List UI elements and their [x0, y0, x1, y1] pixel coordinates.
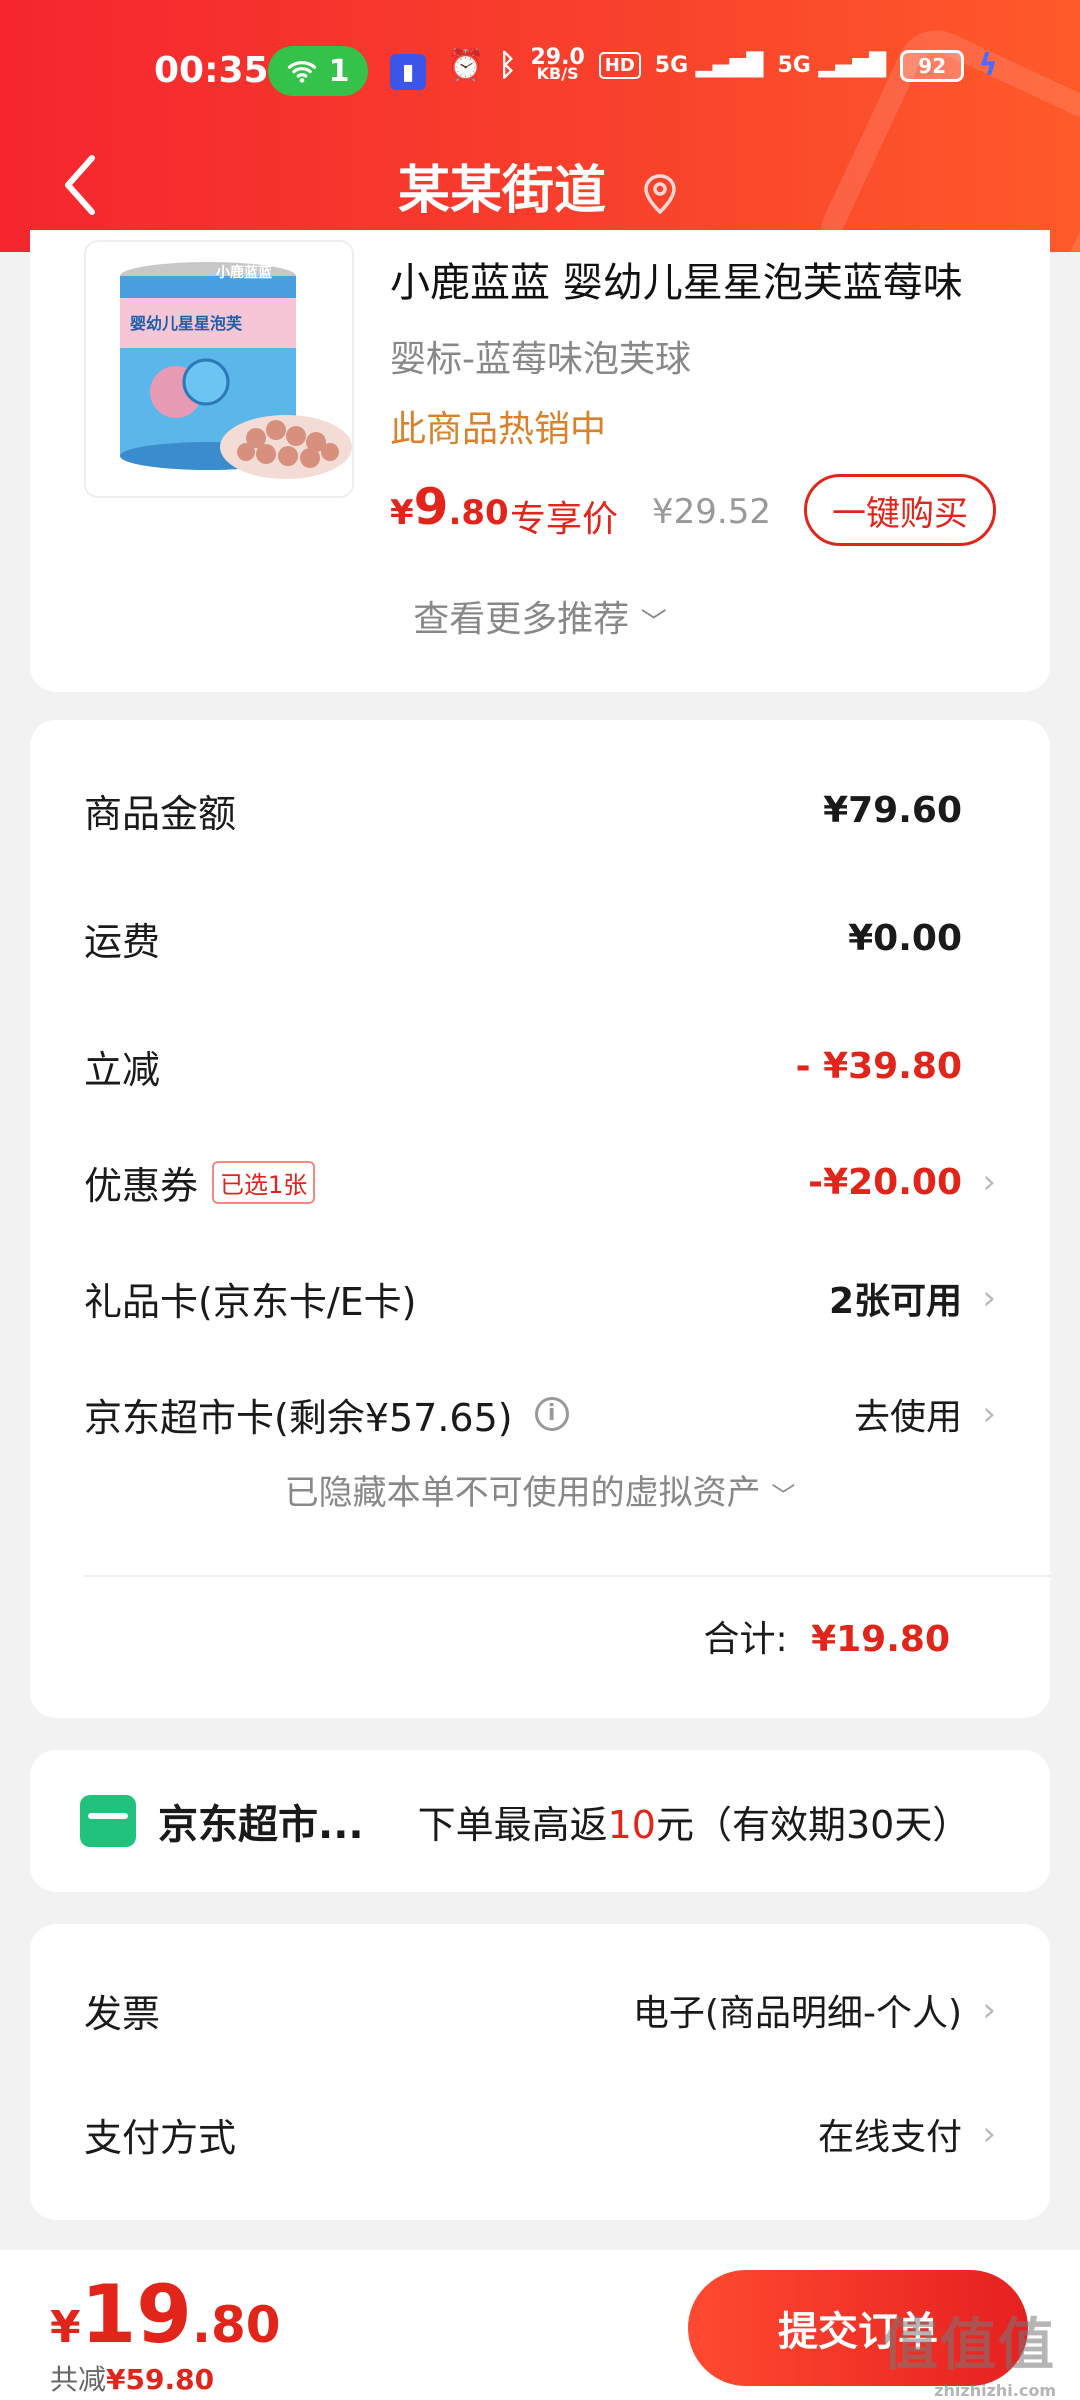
coupon-value: -¥20.00: [808, 1161, 962, 1203]
bottom-price-dec: .80: [191, 2296, 281, 2354]
coupon-row[interactable]: 优惠券 已选1张 -¥20.00 ›: [84, 1152, 996, 1212]
invoice-value: 电子(商品明细-个人): [632, 1993, 962, 2034]
invoice-label: 发票: [84, 1991, 161, 2036]
page-title-area[interactable]: 某某街道: [0, 148, 1080, 223]
chevron-right-icon: ›: [982, 1394, 996, 1434]
bottom-saved-value: ¥59.80: [106, 2363, 215, 2396]
discount-row: 立减 - ¥39.80: [84, 1036, 996, 1096]
chevron-down-icon: ﹀: [640, 608, 667, 638]
goods-amount-row: 商品金额 ¥79.60: [84, 780, 996, 840]
location-pin-icon: [644, 174, 676, 215]
bluetooth-icon: ᛒ: [498, 48, 517, 83]
payment-method-row[interactable]: 支付方式 在线支付 ›: [84, 2104, 996, 2164]
product-card: 小鹿蓝蓝 婴幼儿星星泡芙 小鹿蓝蓝 婴幼儿星星泡芙蓝莓味 婴标-蓝莓味泡芙球 此…: [30, 230, 1050, 692]
page-title: 某某街道: [397, 161, 606, 221]
product-name[interactable]: 小鹿蓝蓝 婴幼儿星星泡芙蓝莓味: [390, 250, 963, 308]
price-tag: 专享价: [510, 499, 619, 540]
net-speed-unit: KB/S: [536, 63, 579, 83]
shipping-row: 运费 ¥0.00: [84, 908, 996, 968]
promo-text-after: 元（有效期30天）: [655, 1802, 971, 1847]
supermarket-card-row[interactable]: 京东超市卡(剩余¥57.65) i 去使用 ›: [84, 1384, 996, 1444]
price-dec: .80: [448, 493, 509, 533]
product-image[interactable]: 小鹿蓝蓝 婴幼儿星星泡芙: [84, 240, 354, 498]
signal-label-2: 5G: [777, 53, 811, 78]
bottom-price-symbol: ¥: [50, 2302, 81, 2353]
system-icons: ⏰ ᛒ 29.0 KB/S HD 5G ▂▄▆█ 5G ▂▄▆█ 92 ϟ: [447, 46, 998, 83]
product-hot-text: 此商品热销中: [390, 409, 607, 450]
chevron-right-icon: ›: [982, 1162, 996, 1202]
net-speed: 29.0 KB/S: [530, 46, 584, 83]
bottom-saved: 共减¥59.80: [50, 2358, 214, 2398]
supermarket-card-label: 京东超市卡(剩余¥57.65): [84, 1395, 513, 1440]
header: 00:35 1 ▮ ⏰ ᛒ 29.0 KB/S HD 5G ▂▄▆█ 5G ▂▄…: [0, 0, 1080, 252]
hidden-assets-toggle[interactable]: 已隐藏本单不可使用的虚拟资产 ﹀: [30, 1465, 1050, 1514]
more-rec-label: 查看更多推荐: [413, 599, 630, 640]
info-icon[interactable]: i: [534, 1397, 569, 1431]
supermarket-card-value: 去使用: [853, 1397, 962, 1438]
product-spec: 婴标-蓝莓味泡芙球: [390, 339, 691, 380]
payment-method-value: 在线支付: [817, 2117, 962, 2158]
watermark-text: 值值值: [882, 2313, 1056, 2378]
wifi-pill: 1: [268, 46, 368, 96]
watermark-sub: zhizhizhi.com: [934, 2381, 1056, 2400]
hidden-assets-label: 已隐藏本单不可使用的虚拟资产: [284, 1473, 761, 1513]
discount-label: 立减: [84, 1047, 161, 1092]
promo-text-highlight: 10: [607, 1802, 656, 1847]
supermarket-card-promo[interactable]: 京东超市... 下单最高返10元（有效期30天）: [30, 1750, 1050, 1892]
total-value: ¥19.80: [811, 1619, 950, 1660]
payment-method-label: 支付方式: [84, 2115, 237, 2160]
giftcard-value: 2张可用: [828, 1281, 962, 1322]
goods-amount-label: 商品金额: [84, 791, 237, 836]
coupon-badge: 已选1张: [212, 1160, 316, 1204]
invoice-payment-card: 发票 电子(商品明细-个人) › 支付方式 在线支付 ›: [30, 1924, 1050, 2220]
signal-label-1: 5G: [654, 53, 689, 78]
alarm-icon: ⏰: [447, 48, 485, 83]
price-symbol: ¥: [390, 493, 414, 533]
promo-text: 下单最高返10元（有效期30天）: [418, 1794, 971, 1849]
status-bar: 00:35 1 ▮ ⏰ ᛒ 29.0 KB/S HD 5G ▂▄▆█ 5G ▂▄…: [0, 0, 1080, 140]
hd-icon: HD: [598, 52, 641, 79]
product-image-brand: 小鹿蓝蓝: [216, 265, 272, 281]
more-recommendations[interactable]: 查看更多推荐 ﹀: [30, 590, 1050, 642]
charging-icon: ϟ: [978, 48, 998, 83]
signal-5g-icon-1: 5G ▂▄▆█: [654, 53, 764, 78]
goods-amount-value: ¥79.60: [823, 789, 962, 831]
product-price: ¥9.80: [390, 478, 509, 536]
watermark: 值值值 zhizhizhi.com: [882, 2300, 1056, 2400]
chevron-down-icon: ﹀: [771, 1482, 796, 1510]
product-image-label: 婴幼儿星星泡芙: [130, 314, 243, 333]
total-row: 合计: ¥19.80: [703, 1610, 950, 1662]
flashlight-icon: ▮: [390, 54, 426, 90]
bottom-price-int: 19: [80, 2268, 192, 2361]
shipping-value: ¥0.00: [848, 917, 962, 959]
status-time: 00:35: [154, 50, 269, 91]
giftcard-row[interactable]: 礼品卡(京东卡/E卡) 2张可用 ›: [84, 1268, 996, 1328]
coupon-label: 优惠券: [84, 1163, 199, 1208]
divider: [84, 1575, 1050, 1577]
price-int: 9: [413, 478, 449, 536]
chevron-right-icon: ›: [982, 1990, 996, 2030]
chevron-right-icon: ›: [982, 1278, 996, 1318]
giftcard-label: 礼品卡(京东卡/E卡): [84, 1279, 417, 1324]
signal-5g-icon-2: 5G ▂▄▆█: [777, 53, 887, 78]
invoice-row[interactable]: 发票 电子(商品明细-个人) ›: [84, 1980, 996, 2040]
chevron-right-icon: ›: [982, 2114, 996, 2154]
card-icon: [80, 1795, 136, 1847]
discount-value: - ¥39.80: [795, 1045, 962, 1087]
one-click-buy-button[interactable]: 一键购买: [804, 474, 996, 546]
bottom-total-price: ¥19.80: [50, 2268, 281, 2361]
wifi-badge: 1: [328, 53, 350, 89]
shipping-label: 运费: [84, 919, 161, 964]
wifi-icon: [287, 60, 316, 83]
battery-icon: 92: [900, 49, 965, 82]
promo-text-before: 下单最高返: [417, 1802, 608, 1847]
fee-summary-card: 商品金额 ¥79.60 运费 ¥0.00 立减 - ¥39.80 优惠券 已选1…: [30, 720, 1050, 1718]
total-label: 合计:: [703, 1619, 788, 1660]
bottom-saved-label: 共减: [50, 2363, 107, 2396]
original-price: ¥29.52: [652, 492, 771, 532]
promo-name: 京东超市...: [158, 1802, 364, 1848]
